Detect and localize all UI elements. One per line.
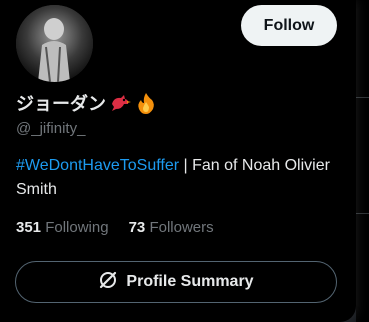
bio-hashtag-link[interactable]: #WeDontHaveToSuffer xyxy=(16,157,179,174)
bio: #WeDontHaveToSuffer | Fan of Noah Olivie… xyxy=(16,154,336,202)
display-name-text: ジョーダン xyxy=(16,94,106,114)
following-count: 351 xyxy=(16,219,42,236)
profile-hover-card: Follow ジョーダン @_jifinity_ #WeDontHaveToSu… xyxy=(0,0,356,322)
background-divider xyxy=(356,97,369,98)
grok-icon xyxy=(98,270,118,295)
follow-stats: 351 Following 73 Followers xyxy=(16,219,214,236)
handle[interactable]: @_jifinity_ xyxy=(16,120,85,137)
display-name[interactable]: ジョーダン xyxy=(16,89,158,117)
profile-summary-label: Profile Summary xyxy=(126,273,254,290)
following-label: Following xyxy=(45,219,109,236)
fire-emoji-icon xyxy=(134,91,158,115)
background-page xyxy=(356,0,369,322)
followers-label: Followers xyxy=(149,219,214,236)
profile-summary-button[interactable]: Profile Summary xyxy=(15,261,337,303)
avatar[interactable] xyxy=(16,5,93,82)
followers-link[interactable]: 73 Followers xyxy=(129,219,214,236)
followers-count: 73 xyxy=(128,219,146,236)
background-divider xyxy=(356,213,369,214)
bird-emoji-icon xyxy=(108,91,132,115)
following-link[interactable]: 351 Following xyxy=(16,219,109,236)
follow-button[interactable]: Follow xyxy=(241,5,337,46)
